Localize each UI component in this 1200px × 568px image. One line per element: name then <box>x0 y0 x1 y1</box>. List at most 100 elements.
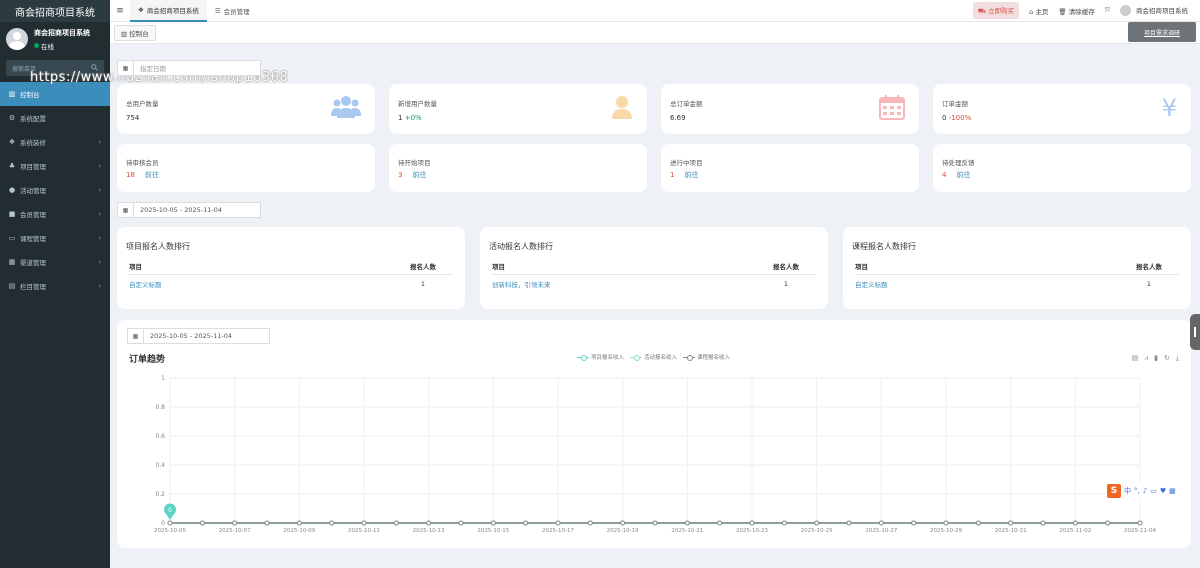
sidebar-item-system-config[interactable]: ⚙ 系统配置 <box>0 106 110 130</box>
header-actions: ⛟ 立即购买 ⌂ 主页 🗑 清除缓存 ⤧ 商会招商项目系统 <box>972 2 1200 19</box>
tab-members[interactable]: ☰ 会员管理 <box>207 0 258 22</box>
notification-toast[interactable]: 项目需求调研 × <box>1128 22 1196 42</box>
sidebar-menu: ▥ 控制台 ⚙ 系统配置 ❖ 系统装修 ‹ ♣ 项目管理 ‹ ● 活动管理 ‹ … <box>0 82 110 298</box>
marker-label: 0 <box>168 507 172 514</box>
ranking-item-link[interactable]: 自定义标题 <box>855 279 1119 289</box>
x-tick-label: 2025-11-04 <box>1124 528 1156 534</box>
todo-value: 4 前往 <box>942 170 970 180</box>
data-point <box>199 520 205 526</box>
table-row: 自定义标题 1 <box>855 275 1179 293</box>
clear-cache-button[interactable]: 🗑 清除缓存 <box>1058 6 1094 16</box>
stat-value: 1 +0% <box>398 114 422 122</box>
gears-icon: ⚙ <box>8 114 16 122</box>
y-tick-label: 1 <box>161 375 165 382</box>
stat-card-total-orders: 总订单金额 6.69 <box>661 84 919 134</box>
x-tick-label: 2025-10-05 <box>154 528 186 534</box>
chevron-left-icon: ‹ <box>98 186 101 194</box>
data-point <box>911 520 917 526</box>
todo-go-link[interactable]: 前往 <box>145 171 159 179</box>
sidebar-item-decoration[interactable]: ❖ 系统装修 ‹ <box>0 130 110 154</box>
tab-dashboard-label: 控制台 <box>129 29 149 38</box>
stat-label: 新增用户数量 <box>398 100 437 108</box>
columns-icon: ▤ <box>8 282 16 290</box>
data-point <box>846 520 852 526</box>
sidebar-item-columns[interactable]: ▤ 栏目管理 ‹ <box>0 274 110 298</box>
x-tick-label: 2025-10-25 <box>801 528 833 534</box>
data-point <box>555 520 561 526</box>
x-tick-label: 2025-10-19 <box>607 528 639 534</box>
skin-icon[interactable]: ♥ <box>1160 487 1166 495</box>
date-range-input[interactable]: ▦ 2025-10-05 - 2025-11-04 <box>117 202 261 218</box>
ranking-item-link[interactable]: 自定义标题 <box>129 279 393 289</box>
x-tick-label: 2025-10-23 <box>736 528 768 534</box>
hamburger-menu-icon[interactable]: ≡ <box>110 6 130 16</box>
stat-number: 754 <box>126 114 140 122</box>
user-name: 商会招商项目系统 <box>34 28 90 37</box>
x-tick-label: 2025-10-15 <box>477 528 509 534</box>
home-link[interactable]: ⌂ 主页 <box>1029 6 1048 16</box>
data-point <box>749 520 755 526</box>
stat-value: 754 <box>126 114 139 122</box>
sidebar-item-courses[interactable]: ▭ 课程管理 ‹ <box>0 226 110 250</box>
sidebar-item-channels[interactable]: ▦ 渠道管理 ‹ <box>0 250 110 274</box>
buy-now-button[interactable]: ⛟ 立即购买 <box>972 2 1020 19</box>
buy-now-label: 立即购买 <box>988 7 1015 15</box>
order-trend-card: ▦ 2025-10-05 - 2025-11-04 订单趋势 项目报名收入 活动… <box>117 320 1191 548</box>
user-menu[interactable]: 商会招商项目系统 <box>1119 5 1188 17</box>
sidebar: 商会招商项目系统 商会招商项目系统 在线 搜索菜单 ▥ 控制台 ⚙ 系统配置 ❖… <box>0 0 110 568</box>
column-header: 报名人数 <box>410 262 436 271</box>
todo-go-link[interactable]: 前往 <box>684 171 698 179</box>
toolbox-icon[interactable]: ▦ <box>1169 487 1176 495</box>
todo-count: 3 <box>398 171 403 179</box>
tab-home[interactable]: ❖ 商会招商项目系统 <box>130 0 207 22</box>
sidebar-item-label: 栏目管理 <box>20 283 46 291</box>
keyboard-icon[interactable]: ▭ <box>1150 487 1157 495</box>
chevron-left-icon: ‹ <box>98 138 101 146</box>
sidebar-item-members[interactable]: ■ 会员管理 ‹ <box>0 202 110 226</box>
x-tick-label: 2025-10-27 <box>865 528 897 534</box>
x-tick-label: 2025-10-31 <box>995 528 1027 534</box>
data-point <box>814 520 820 526</box>
ime-toolbar[interactable]: S 中 °, ♪ ▭ ♥ ▦ <box>1105 484 1178 498</box>
fullscreen-icon[interactable]: ⤧ <box>1105 6 1110 15</box>
stat-card-new-users: 新增用户数量 1 +0% <box>389 84 647 134</box>
data-point <box>943 520 949 526</box>
ranking-item-link[interactable]: 创新科技，引领未来 <box>492 279 756 289</box>
x-tick-label: 2025-10-07 <box>219 528 251 534</box>
todo-card-active-projects: 进行中项目 1 前往 <box>661 144 919 192</box>
lock-icon: ■ <box>8 210 16 218</box>
todo-go-link[interactable]: 前往 <box>412 171 426 179</box>
sidebar-item-projects[interactable]: ♣ 项目管理 ‹ <box>0 154 110 178</box>
x-tick-label: 2025-10-11 <box>348 528 380 534</box>
chevron-left-icon: ‹ <box>98 282 101 290</box>
sidebar-item-dashboard[interactable]: ▥ 控制台 <box>0 82 110 106</box>
avatar <box>6 28 28 50</box>
cubes-icon: ❖ <box>138 5 144 14</box>
ime-mode-label[interactable]: 中 <box>1124 486 1131 496</box>
data-point <box>717 520 723 526</box>
stat-label: 订单金额 <box>942 100 968 108</box>
stat-card-total-users: 总用户数量 754 <box>117 84 375 134</box>
sidebar-item-label: 渠道管理 <box>20 259 46 267</box>
todo-count: 1 <box>670 171 675 179</box>
column-header: 项目 <box>129 262 142 271</box>
y-tick-label: 0.2 <box>155 491 165 498</box>
side-drawer-handle[interactable] <box>1190 314 1200 350</box>
online-dot-icon <box>34 43 39 48</box>
punctuation-icon[interactable]: °, <box>1134 487 1140 495</box>
sidebar-item-activities[interactable]: ● 活动管理 ‹ <box>0 178 110 202</box>
stat-label: 总订单金额 <box>670 100 703 108</box>
date-picker-input[interactable]: ▦ 指定日期 <box>117 60 261 76</box>
todo-go-link[interactable]: 前往 <box>956 171 970 179</box>
tab-dashboard[interactable]: ▥ 控制台 <box>114 24 156 41</box>
column-header: 报名人数 <box>1136 262 1162 271</box>
todo-label: 待审核会员 <box>126 159 159 167</box>
microphone-icon[interactable]: ♪ <box>1143 487 1147 495</box>
ranking-card-activities: 活动报名人数排行 项目 报名人数 创新科技，引领未来 1 <box>480 227 828 309</box>
ranking-card-projects: 项目报名人数排行 项目 报名人数 自定义标题 1 <box>117 227 465 309</box>
x-tick-label: 2025-10-13 <box>413 528 445 534</box>
data-point <box>1040 520 1046 526</box>
app-title[interactable]: 商会招商项目系统 <box>0 0 110 22</box>
data-point <box>1137 520 1143 526</box>
users-icon <box>331 94 361 125</box>
